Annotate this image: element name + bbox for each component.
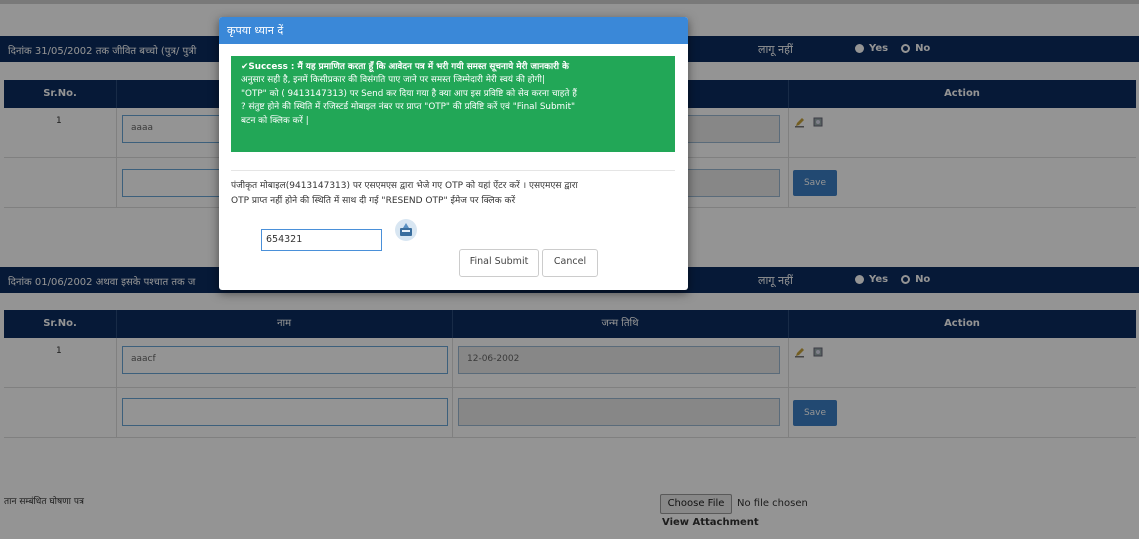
success-alert: ✔Success : मैं यह प्रमाणित करता हूँ कि आ… (231, 56, 675, 152)
otp-input[interactable]: 654321 (261, 229, 382, 251)
success-line: बटन को क्लिक करें | (241, 115, 309, 126)
success-line: अनुसार सही है, इनमें किसीप्रकार की विसंग… (241, 75, 545, 86)
cancel-button[interactable]: Cancel (542, 249, 598, 277)
otp-instruction-line: OTP प्राप्त नहीं होने की स्थिति में साथ … (231, 196, 516, 206)
otp-instruction-line: पंजीकृत मोबाइल(9413147313) पर एसएमएस द्व… (231, 181, 578, 191)
success-line: ✔Success : मैं यह प्रमाणित करता हूँ कि आ… (241, 62, 569, 72)
success-line: "OTP" को ( 9413147313) पर Send कर दिया ग… (241, 88, 577, 99)
modal-title: कृपया ध्यान दें (219, 17, 688, 44)
resend-otp-icon[interactable] (395, 219, 417, 241)
otp-instructions: पंजीकृत मोबाइल(9413147313) पर एसएमएस द्व… (231, 179, 675, 209)
otp-modal: कृपया ध्यान दें ✔Success : मैं यह प्रमाण… (219, 17, 688, 290)
final-submit-button[interactable]: Final Submit (459, 249, 539, 277)
success-line: ? संतुष्ट होने की स्थिति में रजिस्टर्ड म… (241, 102, 576, 113)
divider (231, 170, 675, 171)
